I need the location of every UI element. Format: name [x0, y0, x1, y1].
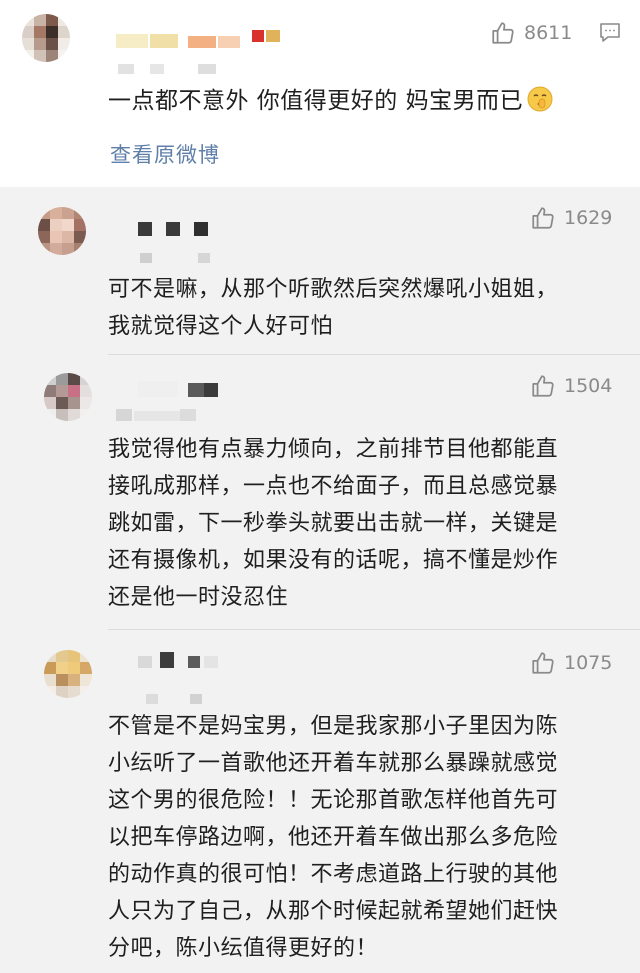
thumbs-up-icon: [532, 375, 554, 397]
reply-1: 1629 可不是嘛，从那个听歌然后突然爆吼小姐姐， 我就觉得这个人好可怕: [0, 187, 640, 355]
username-redacted[interactable]: [116, 34, 148, 48]
avatar[interactable]: [44, 373, 92, 421]
comment-text-content: 一点都不意外 你值得更好的 妈宝男而已: [108, 88, 524, 114]
meta-redacted: [140, 253, 152, 263]
avatar[interactable]: [38, 207, 86, 255]
reply-line: 分吧，陈小纭值得更好的！: [108, 936, 379, 961]
username-redacted-3: [194, 222, 208, 236]
reply-line: 还有摄像机，如果没有的话呢，搞不懂是炒作: [108, 548, 559, 573]
like-count: 8611: [524, 22, 573, 44]
username-redacted-3: [188, 656, 200, 668]
reply-line: 人只为了自己，从那个时候起就希望她们赶快: [108, 899, 559, 924]
reply-text: 不管是不是妈宝男，但是我家那小子里因为陈 小纭听了一首歌他还开着车就那么暴躁就感…: [108, 708, 618, 967]
username-redacted-2: [150, 34, 178, 48]
reply-text: 我觉得他有点暴力倾向，之前排节目他都能直 接吼成那样，一点也不给面子，而且总感觉…: [108, 431, 618, 616]
meta-redacted-3: [198, 64, 216, 74]
reply-line: 还是他一时没忍住: [108, 585, 289, 610]
top-comment: 8611 一点都不意外 你值得更好的 妈宝男而已 查看原微博: [0, 0, 640, 187]
reply-line: 的动作真的很可怕！不考虑道路上行驶的其他: [108, 862, 559, 887]
thumbs-up-icon: [492, 22, 514, 44]
like-button[interactable]: 1504: [530, 373, 612, 399]
comment-button[interactable]: [598, 20, 622, 48]
meta-redacted: [118, 64, 134, 74]
thumbs-up-icon: [532, 207, 554, 229]
username-redacted-3: [188, 36, 216, 48]
reply-line: 跳如雷，下一秒拳头就要出击就一样，关键是: [108, 511, 559, 536]
like-count: 1504: [564, 375, 613, 397]
comment-text: 一点都不意外 你值得更好的 妈宝男而已: [108, 83, 618, 120]
username-redacted-4: [204, 656, 218, 668]
reply-3: 1075 不管是不是妈宝男，但是我家那小子里因为陈 小纭听了一首歌他还开着车就那…: [0, 630, 640, 973]
meta-redacted-2: [190, 694, 202, 704]
avatar[interactable]: [44, 650, 92, 698]
like-button[interactable]: 1629: [530, 205, 612, 231]
reply-line: 小纭听了一首歌他还开着车就那么暴躁就感觉: [108, 751, 559, 776]
username-redacted-2: [166, 222, 180, 236]
like-button[interactable]: 8611: [490, 20, 572, 46]
reply-text: 可不是嘛，从那个听歌然后突然爆吼小姐姐， 我就觉得这个人好可怕: [108, 271, 618, 345]
username-redacted[interactable]: [138, 656, 152, 668]
username-redacted-2: [188, 383, 204, 397]
username-redacted-4: [218, 36, 240, 48]
shushing-face-icon: [527, 86, 553, 112]
reply-2: 1504 我觉得他有点暴力倾向，之前排节目他都能直 接吼成那样，一点也不给面子，…: [0, 355, 640, 630]
comment-icon: [600, 23, 620, 42]
username-redacted-6: [266, 30, 280, 42]
username-redacted[interactable]: [138, 222, 152, 236]
reply-line: 我就觉得这个人好可怕: [108, 314, 334, 339]
thumbs-up-icon: [532, 652, 554, 674]
username-redacted-2: [160, 652, 174, 668]
reply-line: 接吼成那样，一点也不给面子，而且总感觉暴: [108, 474, 559, 499]
avatar[interactable]: [22, 14, 70, 62]
meta-redacted-2: [198, 253, 210, 263]
like-count: 1629: [564, 207, 613, 229]
meta-redacted-2: [134, 411, 180, 421]
meta-redacted-3: [180, 409, 196, 421]
like-button[interactable]: 1075: [530, 650, 612, 676]
meta-redacted: [146, 694, 158, 704]
reply-line: 我觉得他有点暴力倾向，之前排节目他都能直: [108, 437, 559, 462]
reply-line: 不管是不是妈宝男，但是我家那小子里因为陈: [108, 714, 559, 739]
reply-line: 以把车停路边啊，他还开着车做出那么多危险: [108, 825, 559, 850]
reply-line: 这个男的很危险！！无论那首歌怎样他首先可: [108, 788, 559, 813]
username-redacted-5: [252, 30, 264, 42]
view-original-link[interactable]: 查看原微博: [110, 139, 220, 169]
username-redacted[interactable]: [138, 381, 178, 397]
reply-line: 可不是嘛，从那个听歌然后突然爆吼小姐姐，: [108, 277, 559, 302]
meta-redacted: [116, 409, 132, 421]
username-redacted-3: [204, 383, 218, 397]
like-count: 1075: [564, 652, 613, 674]
meta-redacted-2: [150, 64, 164, 74]
